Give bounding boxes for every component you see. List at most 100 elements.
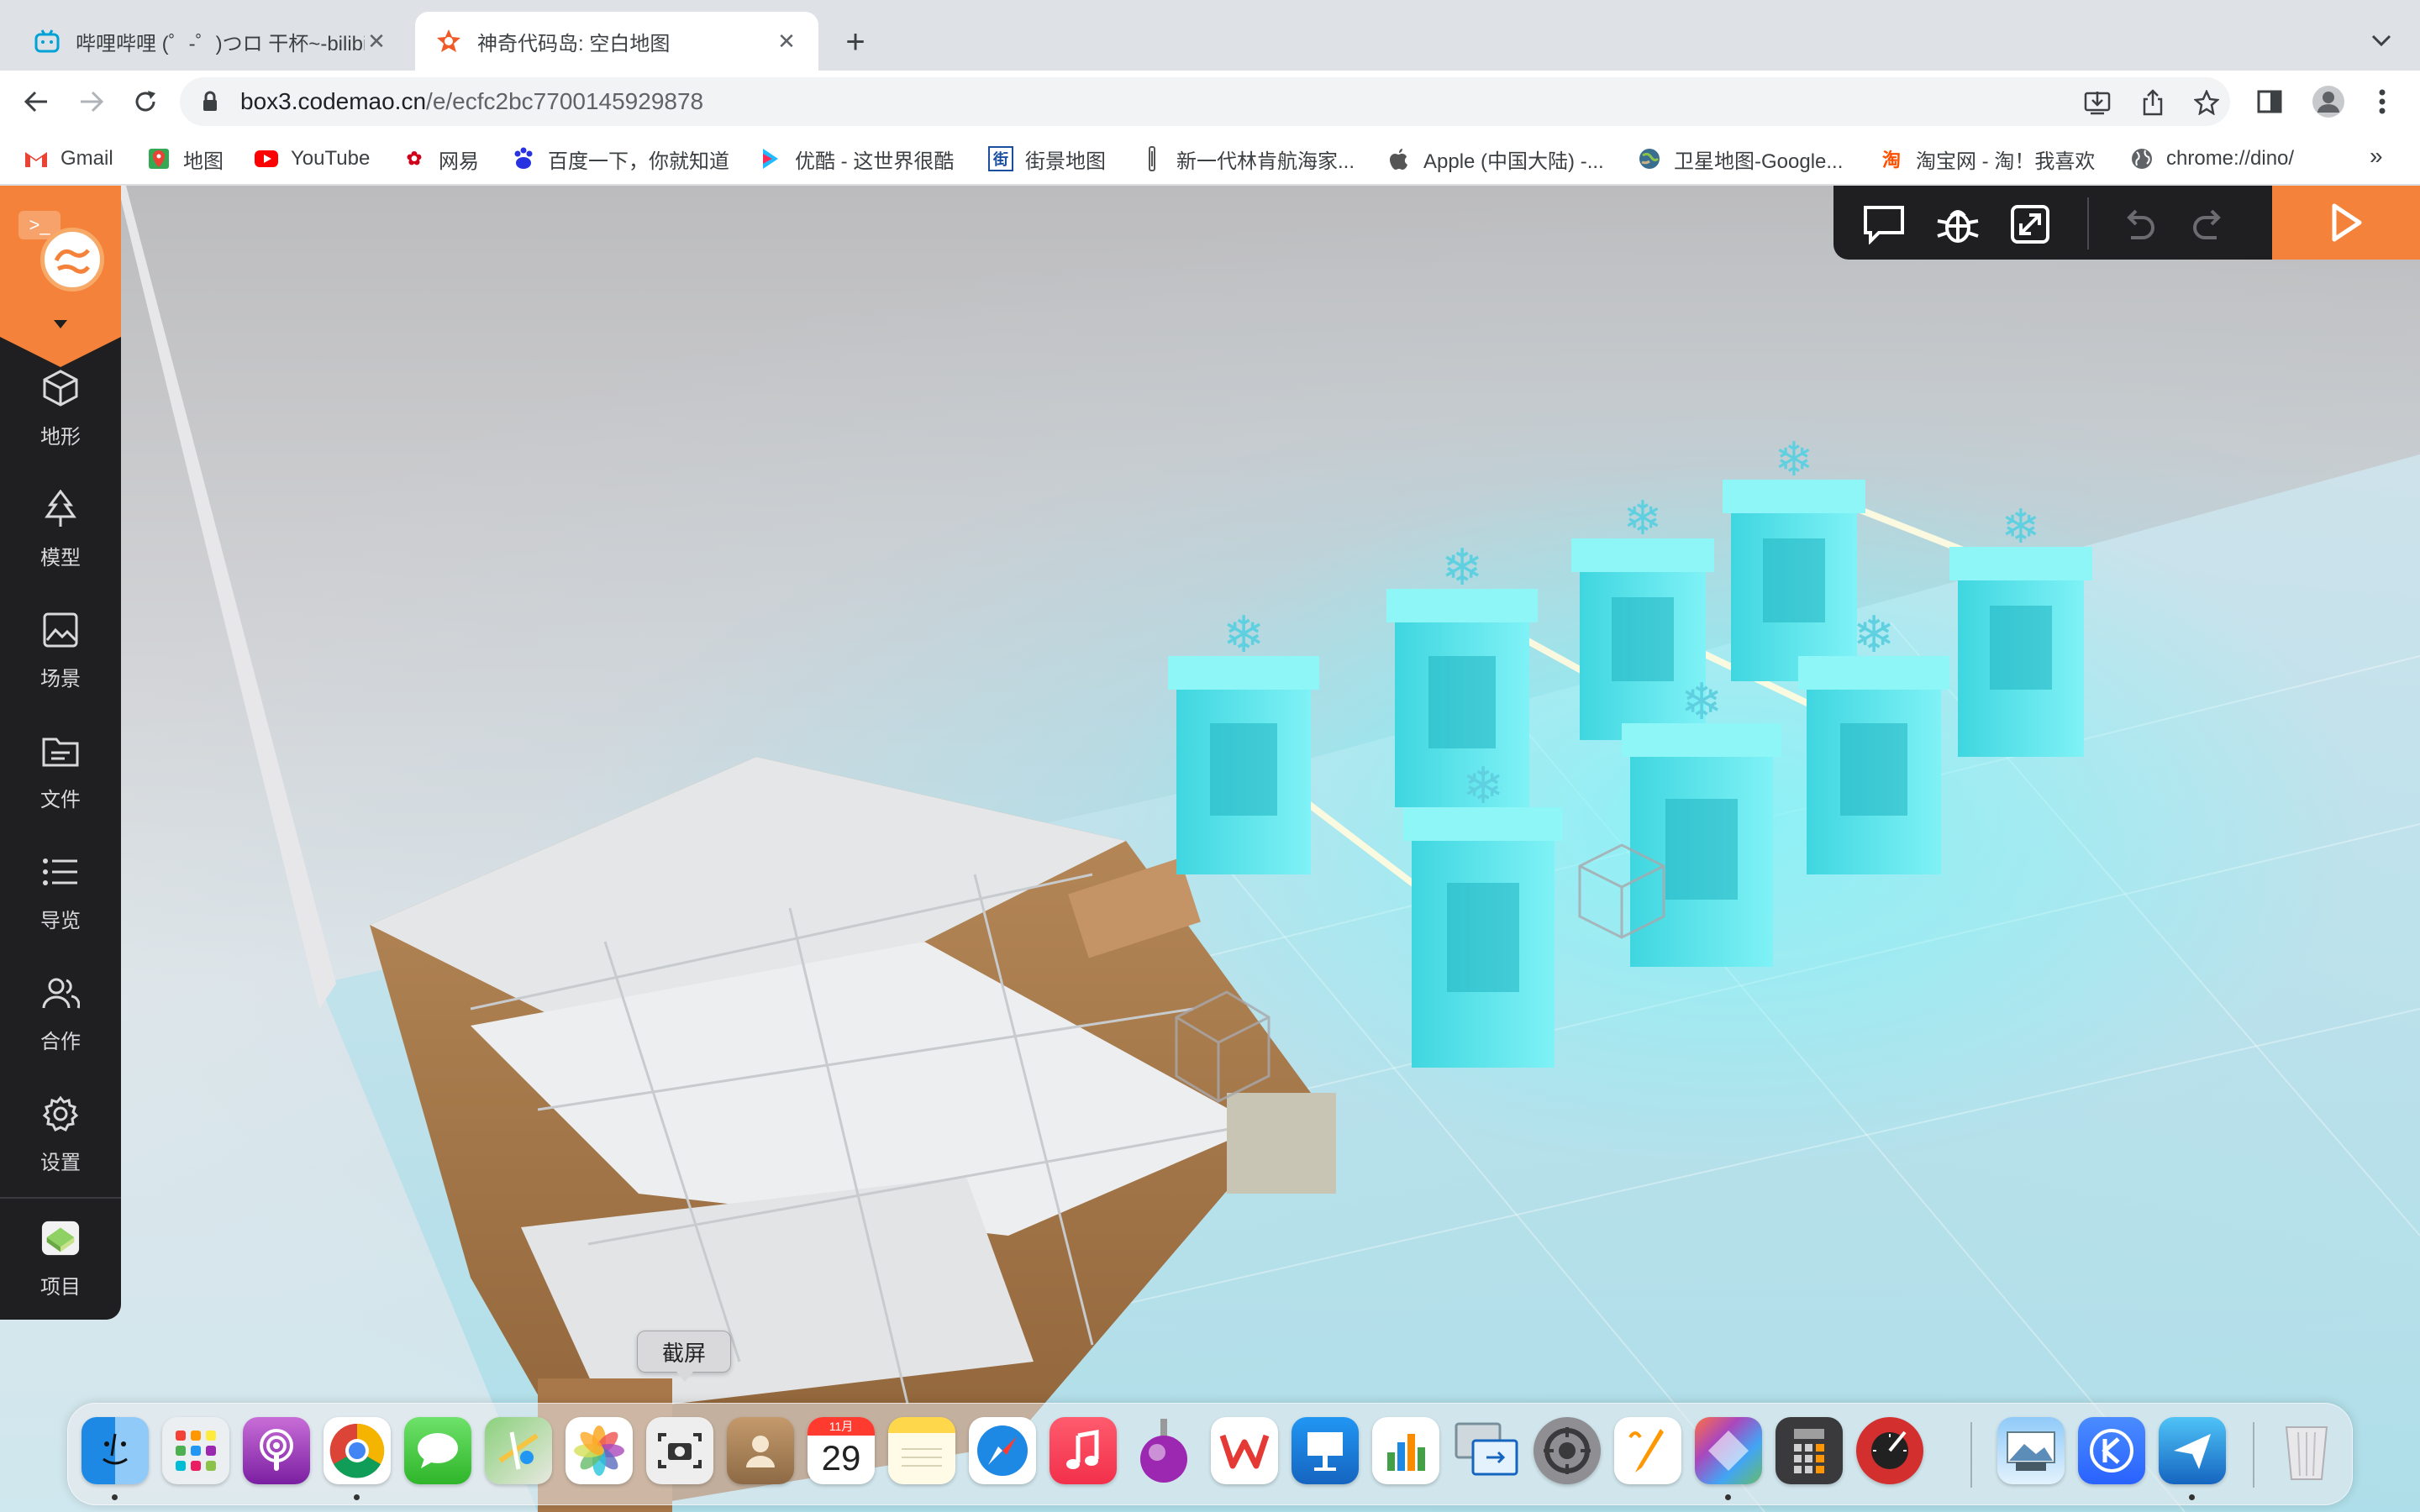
screen-sharing-icon[interactable] (1453, 1417, 1520, 1484)
menu-dots-icon[interactable] (2361, 81, 2403, 123)
chrome-icon[interactable] (324, 1417, 391, 1484)
fullscreen-button[interactable] (2007, 201, 2054, 248)
toolbar-divider (2087, 197, 2089, 249)
screenshot-tooltip: 截屏 (637, 1331, 731, 1382)
chat-button[interactable] (1860, 201, 1907, 248)
orb-app-icon[interactable] (1130, 1417, 1197, 1484)
notes-icon[interactable] (888, 1417, 955, 1484)
bug-icon (1937, 210, 1979, 243)
pages-icon[interactable] (1614, 1417, 1681, 1484)
bookmark-taobao[interactable]: 淘 淘宝网 - 淘！我喜欢 (1879, 143, 2095, 175)
running-indicator (112, 1494, 118, 1500)
redo-button[interactable] (2186, 201, 2233, 248)
youtube-icon (254, 146, 279, 171)
instruments-icon[interactable] (1856, 1417, 1923, 1484)
box3-logo-icon[interactable] (40, 228, 104, 291)
users-icon (40, 973, 81, 1013)
preview-icon[interactable] (1997, 1417, 2065, 1484)
debug-button[interactable] (1934, 201, 1981, 248)
bookmark-apple[interactable]: Apple (中国大陆) -... (1386, 143, 1604, 175)
forward-button[interactable] (71, 81, 113, 123)
sidebar-item-label: 项目 (40, 1275, 81, 1299)
contacts-icon[interactable] (727, 1417, 794, 1484)
maps-icon (146, 146, 171, 171)
calendar-icon[interactable]: 11月 29 (808, 1417, 875, 1484)
screenshot-app-icon[interactable] (646, 1417, 713, 1484)
calculator-icon[interactable] (1776, 1417, 1843, 1484)
podcasts-icon[interactable] (243, 1417, 310, 1484)
play-button[interactable] (2272, 186, 2420, 260)
gmail-icon (24, 146, 49, 171)
sidebar-item-guide[interactable]: 导览 (0, 837, 121, 947)
netease-icon: ✿ (406, 148, 423, 169)
wps-icon[interactable] (1211, 1417, 1278, 1484)
sidebar-item-label: 场景 (40, 667, 81, 690)
sidebar-item-files[interactable]: 文件 (0, 717, 121, 826)
messages-icon[interactable] (404, 1417, 471, 1484)
system-preferences-icon[interactable] (1534, 1417, 1601, 1484)
tree-icon (40, 489, 81, 529)
url-host: box3.codemao.cn (240, 88, 427, 114)
launchpad-icon[interactable] (162, 1417, 229, 1484)
caret-down-icon[interactable] (52, 318, 69, 330)
tab-title: 神奇代码岛: 空白地图 (477, 32, 671, 55)
bookmark-streetview[interactable]: 街 街景地图 (988, 143, 1106, 175)
tab-codemao[interactable]: 神奇代码岛: 空白地图 ✕ (415, 12, 818, 71)
sidebar-item-terrain[interactable]: 地形 (0, 354, 121, 463)
bookmark-maps[interactable]: 地图 (146, 143, 224, 175)
svg-text:❄: ❄ (2002, 500, 2041, 554)
sidebar-item-scene[interactable]: 场景 (0, 596, 121, 705)
address-bar[interactable]: box3.codemao.cn/e/ecfc2bc7700145929878 (180, 77, 2230, 126)
pixelmator-icon[interactable] (1695, 1417, 1762, 1484)
finder-icon[interactable] (82, 1417, 149, 1484)
tab-bilibili[interactable]: 哔哩哔哩 (゜-゜)つロ 干杯~-bilibili ✕ (13, 12, 408, 71)
k-app-icon[interactable] (2078, 1417, 2145, 1484)
sidebar-item-settings[interactable]: 设置 (0, 1079, 121, 1189)
bookmark-baidu[interactable]: 百度一下，你就知道 (511, 143, 729, 175)
undo-button[interactable] (2114, 201, 2161, 248)
bookmark-youtube[interactable]: YouTube (254, 143, 370, 175)
numbers-icon[interactable] (1372, 1417, 1439, 1484)
apple-icon (1386, 146, 1412, 171)
bookmark-lincoln[interactable]: 新一代林肯航海家... (1139, 143, 1355, 175)
logo-area[interactable]: >_ (0, 186, 121, 367)
photos-icon[interactable] (566, 1417, 633, 1484)
bookmarks-overflow-button[interactable]: » (2370, 143, 2383, 170)
bookmark-dino[interactable]: chrome://dino/ (2129, 143, 2294, 175)
side-panel-icon[interactable] (2249, 81, 2291, 123)
close-tab-icon[interactable]: ✕ (365, 29, 388, 54)
new-tab-button[interactable]: + (832, 18, 879, 66)
lincoln-icon (1139, 146, 1165, 171)
bookmark-youku[interactable]: 优酷 - 这世界很酷 (758, 143, 954, 175)
back-button[interactable] (15, 81, 57, 123)
sidebar-item-project[interactable]: 项目 (0, 1204, 121, 1313)
viewport-toolbar (1833, 186, 2272, 260)
undo-icon (2127, 209, 2154, 239)
bookmark-gmail[interactable]: Gmail (24, 143, 113, 175)
svg-text:❄: ❄ (1441, 538, 1483, 597)
install-app-icon[interactable] (2079, 84, 2116, 121)
sidebar-item-label: 导览 (40, 909, 81, 932)
reload-button[interactable] (124, 81, 166, 123)
keynote-icon[interactable] (1292, 1417, 1359, 1484)
sidebar-item-collaborate[interactable]: 合作 (0, 958, 121, 1068)
taobao-icon: 淘 (1881, 150, 1901, 171)
bookmark-netease[interactable]: ✿ 网易 (402, 143, 479, 175)
trash-icon[interactable] (2273, 1417, 2340, 1484)
calendar-month: 11月 (808, 1417, 875, 1436)
share-icon[interactable] (2134, 84, 2171, 121)
tab-search-chevron-icon[interactable] (2361, 20, 2402, 60)
bookmark-satellite[interactable]: 卫星地图-Google... (1637, 143, 1843, 175)
editor-3d-viewport[interactable]: ❄ ❄ ❄ ❄ ❄ ❄ ❄ ❄ (0, 186, 2420, 1512)
music-icon[interactable] (1050, 1417, 1117, 1484)
expand-icon (2011, 205, 2049, 244)
feishu-icon[interactable] (2159, 1417, 2226, 1484)
dock-separator (2253, 1422, 2254, 1488)
bilibili-icon (34, 28, 60, 55)
safari-icon[interactable] (969, 1417, 1036, 1484)
profile-avatar-icon[interactable] (2307, 81, 2349, 123)
bookmark-star-icon[interactable] (2188, 84, 2225, 121)
maps-app-icon[interactable] (485, 1417, 552, 1484)
sidebar-item-model[interactable]: 模型 (0, 475, 121, 584)
close-tab-icon[interactable]: ✕ (775, 29, 798, 54)
